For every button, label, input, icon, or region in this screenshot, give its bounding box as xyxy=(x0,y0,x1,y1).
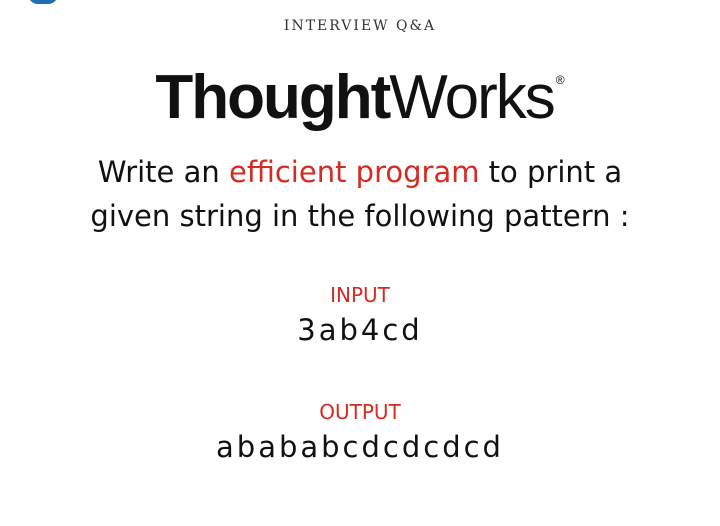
question-line1-after: to print a xyxy=(479,155,623,189)
question-text: Write an efficient program to print a gi… xyxy=(0,150,720,238)
question-line-1: Write an efficient program to print a xyxy=(0,150,720,194)
input-value: 3ab4cd xyxy=(297,313,423,347)
question-line1-before: Write an xyxy=(97,155,229,189)
thoughtworks-logo: ThoughtWorks ® xyxy=(0,44,720,134)
output-value: abababcdcdcdcd xyxy=(216,430,504,464)
logo-text-works: Works xyxy=(389,63,556,132)
interview-qa-kicker: INTERVIEW Q&A xyxy=(283,18,437,34)
registered-mark: ® xyxy=(555,73,565,87)
question-highlight: efficient program xyxy=(228,155,480,189)
output-label: OUTPUT xyxy=(319,400,401,424)
logo-text-thought: Thought xyxy=(155,63,391,132)
question-line-2: given string in the following pattern : xyxy=(90,199,630,233)
corner-logo-fragment xyxy=(28,0,58,4)
input-label: INPUT xyxy=(330,283,390,307)
